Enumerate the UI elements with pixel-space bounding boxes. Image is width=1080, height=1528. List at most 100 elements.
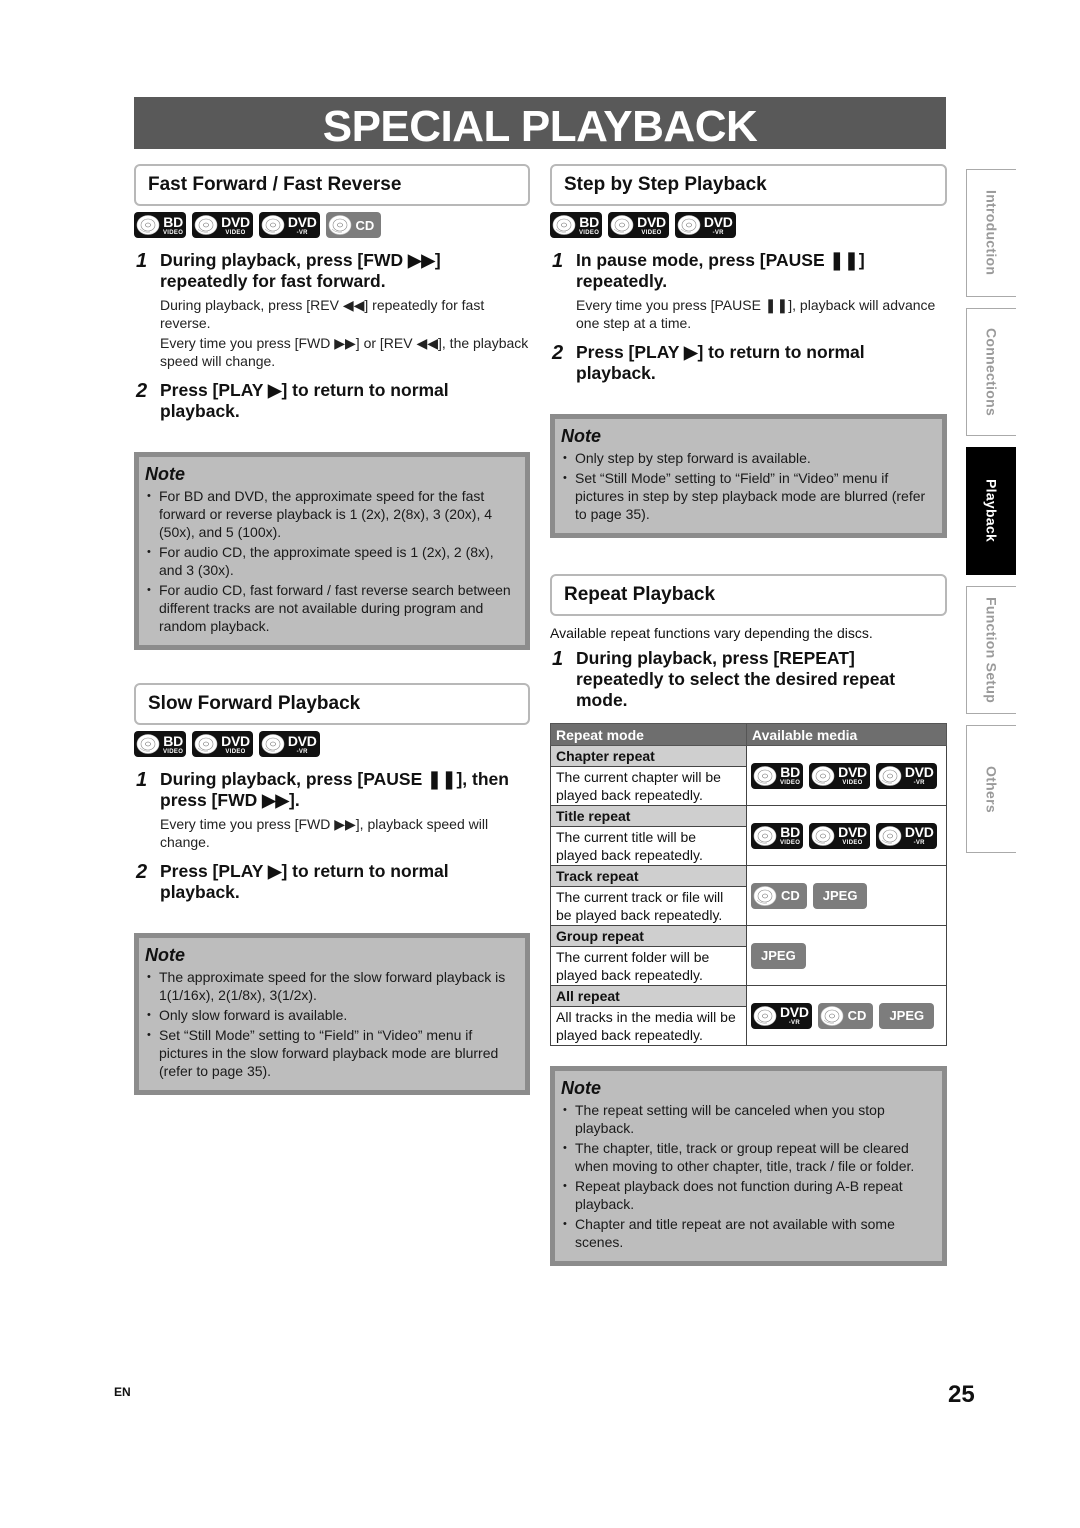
table-row: Group repeat JPEG xyxy=(550,925,947,986)
step-body-text: Every time you press [FWD ▶▶], playback … xyxy=(160,816,489,850)
cd-badge: CD xyxy=(751,882,807,909)
badge-sublabel: -VR xyxy=(296,748,308,755)
table-row: Title repeat BD VIDEO DVD VIDEO DVD -VR xyxy=(550,805,947,866)
disc-icon xyxy=(261,733,287,755)
bd-badge: BD VIDEO xyxy=(134,212,187,238)
badge-label: DVD xyxy=(221,213,250,230)
badge-sublabel: VIDEO xyxy=(780,840,801,846)
media-badges: JPEG xyxy=(751,942,942,969)
jpeg-badge: JPEG xyxy=(879,1002,935,1029)
section-heading-slow: Slow Forward Playback xyxy=(134,683,530,725)
media-badges: BD VIDEO DVD VIDEO DVD -VR xyxy=(751,762,942,789)
bd-badge: BD VIDEO xyxy=(751,762,804,789)
disc-icon xyxy=(811,825,837,847)
section-heading-step: Step by Step Playback xyxy=(550,164,947,206)
dvd-vr-badge: DVD -VR xyxy=(258,731,320,757)
jpeg-badge: JPEG xyxy=(751,942,806,969)
step-number: 2 xyxy=(136,380,148,402)
step-body: During playback, press [REV ◀◀] repeated… xyxy=(160,296,530,370)
left-column: Fast Forward / Fast Reverse BD VIDEO DVD VI… xyxy=(134,164,530,1095)
badge-sublabel: VIDEO xyxy=(842,840,863,846)
badge-sublabel: -VR xyxy=(296,229,308,236)
note-box-repeat: Note The repeat setting will be canceled… xyxy=(550,1066,947,1266)
disc-icon xyxy=(136,733,162,755)
note-item: For audio CD, fast forward / fast revers… xyxy=(145,581,517,635)
badge-label: DVD xyxy=(904,824,934,840)
disc-icon xyxy=(753,1005,779,1027)
bd-badge: BD VIDEO xyxy=(550,212,603,238)
step-number: 1 xyxy=(136,250,148,272)
badge-sublabel: -VR xyxy=(913,840,925,846)
note-list: The repeat setting will be canceled when… xyxy=(561,1101,934,1251)
disc-icon xyxy=(136,214,162,236)
jpeg-badge: JPEG xyxy=(812,882,868,909)
right-column: Step by Step Playback BD VIDEO DVD VIDEO DVD… xyxy=(550,164,947,1266)
side-tab-function-setup[interactable]: Function Setup xyxy=(966,586,1016,714)
repeat-mode-description: The current title will be played back re… xyxy=(550,826,747,866)
step-heading: Press [PLAY ▶] to return to normal playb… xyxy=(576,342,865,383)
footer-language: EN xyxy=(114,1385,131,1399)
step-number: 2 xyxy=(136,861,148,883)
repeat-mode-table: Repeat mode Available media Chapter repe… xyxy=(550,723,947,1046)
badge-label: BD xyxy=(163,213,183,230)
side-tab-playback[interactable]: Playback xyxy=(966,447,1016,575)
media-badges-step: BD VIDEO DVD VIDEO DVD -VR xyxy=(550,212,947,238)
dvd-video-badge: DVD VIDEO xyxy=(809,822,870,849)
disc-icon xyxy=(194,214,220,236)
step-heading: Press [PLAY ▶] to return to normal playb… xyxy=(160,861,449,902)
bd-badge: BD VIDEO xyxy=(134,731,187,757)
dvd-video-badge: DVD VIDEO xyxy=(608,212,669,238)
note-item: The repeat setting will be canceled when… xyxy=(561,1101,934,1137)
side-tab-label: Connections xyxy=(983,327,1000,417)
note-item: Only step by step forward is available. xyxy=(561,449,934,467)
step-number: 1 xyxy=(552,648,564,670)
disc-icon xyxy=(261,214,287,236)
note-item: Only slow forward is available. xyxy=(145,1006,517,1024)
note-item: Set “Still Mode” setting to “Field” in “… xyxy=(561,469,934,523)
disc-icon xyxy=(878,765,904,787)
step-heading: During playback, press [REPEAT] repeated… xyxy=(576,648,896,710)
dvd-vr-badge: DVD -VR xyxy=(875,762,937,789)
table-row: Track repeat CD JPEG xyxy=(550,865,947,926)
side-tab-introduction[interactable]: Introduction xyxy=(966,169,1016,297)
repeat-step-1: 1 During playback, press [REPEAT] repeat… xyxy=(550,648,947,711)
media-badges-fast: BD VIDEO DVD VIDEO DVD -VR CD xyxy=(134,212,530,238)
repeat-mode-description: All tracks in the media will be played b… xyxy=(550,1006,747,1046)
fast-step-2: 2 Press [PLAY ▶] to return to normal pla… xyxy=(134,380,530,422)
media-badges: BD VIDEO DVD VIDEO DVD -VR xyxy=(751,822,942,849)
disc-icon xyxy=(753,765,779,787)
badge-label: CD xyxy=(781,888,800,903)
fast-step-1: 1 During playback, press [FWD ▶▶] repeat… xyxy=(134,250,530,370)
badge-label: DVD xyxy=(904,764,934,780)
badge-sublabel: VIDEO xyxy=(641,229,662,236)
repeat-mode-description: The current track or file will be played… xyxy=(550,886,747,926)
available-media-cell: JPEG xyxy=(746,925,947,986)
side-tab-label: Others xyxy=(983,765,1000,813)
badge-label: DVD xyxy=(287,732,317,749)
disc-icon xyxy=(552,214,578,236)
disc-icon xyxy=(328,214,354,236)
repeat-mode-name: All repeat xyxy=(550,985,747,1007)
badge-sublabel: VIDEO xyxy=(842,780,863,786)
disc-icon xyxy=(878,825,904,847)
badge-label: BD xyxy=(163,732,183,749)
badge-sublabel: -VR xyxy=(788,1020,800,1026)
dvd-video-badge: DVD VIDEO xyxy=(192,731,253,757)
badge-label: DVD xyxy=(287,213,317,230)
repeat-mode-name: Title repeat xyxy=(550,805,747,827)
badge-label: BD xyxy=(780,764,800,780)
side-tab-connections[interactable]: Connections xyxy=(966,308,1016,436)
note-item: The approximate speed for the slow forwa… xyxy=(145,968,517,1004)
badge-sublabel: VIDEO xyxy=(579,229,600,236)
side-tab-label: Function Setup xyxy=(983,596,1000,704)
dvd-vr-badge: DVD -VR xyxy=(258,212,320,238)
step-heading: During playback, press [PAUSE ❚❚], then … xyxy=(160,769,509,810)
repeat-mode-name: Group repeat xyxy=(550,925,747,947)
section-heading-repeat: Repeat Playback xyxy=(550,574,947,616)
side-tab-others[interactable]: Others xyxy=(966,725,1016,853)
badge-label: DVD xyxy=(838,764,867,780)
step-number: 1 xyxy=(136,769,148,791)
note-item: Chapter and title repeat are not availab… xyxy=(561,1215,934,1251)
disc-icon xyxy=(753,825,779,847)
slow-step-1: 1 During playback, press [PAUSE ❚❚], the… xyxy=(134,769,530,851)
